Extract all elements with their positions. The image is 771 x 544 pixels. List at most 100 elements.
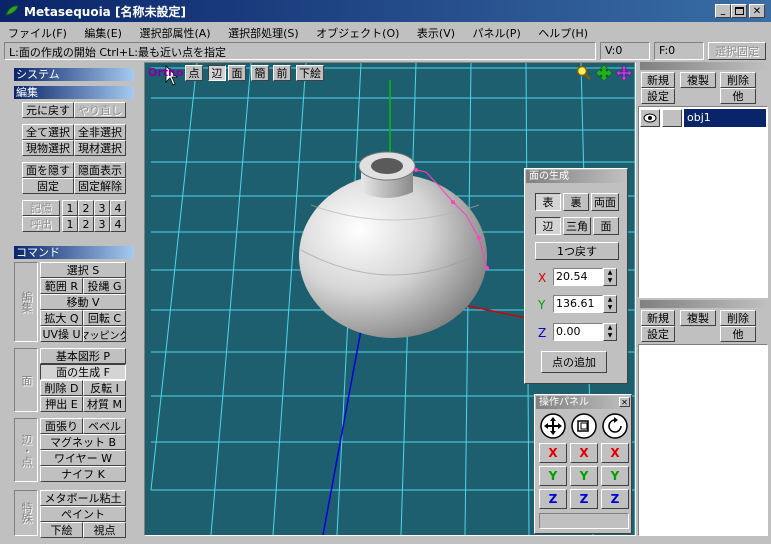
menu-edit[interactable]: 編集(E) [84, 27, 122, 40]
rotate-view-icon[interactable] [615, 64, 633, 82]
recall-slot-2[interactable]: 2 [78, 216, 94, 232]
object-copy-button[interactable]: 複製 [680, 72, 716, 88]
uv-tool-button[interactable]: UV操 U [40, 326, 83, 342]
ops-z-button-3[interactable]: Z [601, 489, 629, 509]
select-current-material-button[interactable]: 現材選択 [74, 140, 126, 156]
delete-tool-button[interactable]: 削除 D [40, 380, 83, 396]
section-system[interactable]: システム [14, 68, 134, 81]
back-face-button[interactable]: 裏 [563, 193, 589, 211]
deselect-all-button[interactable]: 全非選択 [74, 124, 126, 140]
minimize-button[interactable]: _ [715, 4, 731, 18]
object-list[interactable]: obj1 [638, 106, 768, 298]
menu-help[interactable]: ヘルプ(H) [538, 27, 588, 40]
menu-selection[interactable]: 選択部処理(S) [228, 27, 299, 40]
front-face-button[interactable]: 表 [535, 193, 561, 211]
view-edge-button[interactable]: 辺 [208, 65, 226, 81]
material-delete-button[interactable]: 削除 [720, 310, 756, 326]
face-mode-button[interactable]: 面 [593, 217, 619, 235]
object-settings-button[interactable]: 設定 [641, 88, 675, 104]
add-point-button[interactable]: 点の追加 [541, 351, 607, 373]
recall-button[interactable]: 呼出 [22, 216, 60, 232]
unfix-button[interactable]: 固定解除 [74, 178, 126, 194]
view-simple-button[interactable]: 簡 [251, 65, 269, 81]
triangle-mode-button[interactable]: 三角 [563, 217, 591, 235]
object-other-button[interactable]: 他 [720, 88, 756, 104]
recall-slot-3[interactable]: 3 [94, 216, 110, 232]
y-spinner[interactable]: ▲ ▼ [603, 295, 617, 313]
view-front-button[interactable]: 前 [273, 65, 291, 81]
bevel-tool-button[interactable]: ベベル [83, 418, 126, 434]
ops-x-button-3[interactable]: X [601, 443, 629, 463]
rotate-handle-icon[interactable] [601, 413, 629, 439]
section-command[interactable]: コマンド [14, 246, 134, 259]
redo-button[interactable]: やり直し [74, 102, 126, 118]
close-button[interactable]: ✕ [749, 4, 765, 18]
selection-lock-button[interactable]: 選択固定 [708, 42, 766, 60]
face-panel-titlebar[interactable]: 面の生成 [526, 170, 626, 183]
fix-button[interactable]: 固定 [22, 178, 74, 194]
face-stretch-tool-button[interactable]: 面張り [40, 418, 83, 434]
extrude-tool-button[interactable]: 押出 E [40, 396, 83, 412]
menu-file[interactable]: ファイル(F) [8, 27, 67, 40]
view-underlay-button[interactable]: 下絵 [296, 65, 324, 81]
ops-y-button-1[interactable]: Y [539, 466, 567, 486]
move-tool-button[interactable]: 移動 V [40, 294, 126, 310]
material-new-button[interactable]: 新規 [641, 310, 675, 326]
scale-tool-button[interactable]: 拡大 Q [40, 310, 83, 326]
lock-toggle[interactable] [662, 109, 682, 127]
paint-tool-button[interactable]: ペイント [40, 506, 126, 522]
ops-y-button-2[interactable]: Y [570, 466, 598, 486]
memory-slot-1[interactable]: 1 [62, 200, 78, 216]
material-settings-button[interactable]: 設定 [641, 326, 675, 342]
memory-slot-3[interactable]: 3 [94, 200, 110, 216]
select-all-button[interactable]: 全て選択 [22, 124, 74, 140]
ops-y-button-3[interactable]: Y [601, 466, 629, 486]
memory-slot-2[interactable]: 2 [78, 200, 94, 216]
undo-one-button[interactable]: 1つ戻す [535, 242, 619, 260]
memory-slot-4[interactable]: 4 [110, 200, 126, 216]
both-faces-button[interactable]: 両面 [591, 193, 619, 211]
menu-panel[interactable]: パネル(P) [473, 27, 521, 40]
view-point-button[interactable]: 点 [185, 65, 203, 81]
maximize-button[interactable] [731, 4, 747, 18]
menu-attributes[interactable]: 選択部属性(A) [139, 27, 210, 40]
scale-handle-icon[interactable] [570, 413, 598, 439]
viewpoint-tool-button[interactable]: 視点 [83, 522, 126, 538]
wire-tool-button[interactable]: ワイヤー W [40, 450, 126, 466]
face-generate-tool-button[interactable]: 面の生成 F [40, 364, 126, 380]
material-other-button[interactable]: 他 [720, 326, 756, 342]
zoom-icon[interactable] [576, 65, 592, 81]
recall-slot-4[interactable]: 4 [110, 216, 126, 232]
menu-object[interactable]: オブジェクト(O) [316, 27, 399, 40]
mapping-tool-button[interactable]: マッピング [83, 326, 126, 342]
primitive-tool-button[interactable]: 基本図形 P [40, 348, 126, 364]
show-hidden-button[interactable]: 隠面表示 [74, 162, 126, 178]
underlay-tool-button[interactable]: 下絵 [40, 522, 83, 538]
flip-tool-button[interactable]: 反転 I [83, 380, 126, 396]
vase-model[interactable] [299, 151, 489, 338]
object-panel-titlebar[interactable] [640, 62, 768, 70]
z-coordinate-input[interactable]: 0.00 [553, 323, 603, 341]
ops-x-button-2[interactable]: X [570, 443, 598, 463]
pan-icon[interactable] [595, 64, 613, 82]
z-spinner[interactable]: ▲ ▼ [603, 323, 617, 341]
memory-button[interactable]: 記憶 [22, 200, 60, 216]
material-list[interactable] [638, 344, 768, 536]
menu-view[interactable]: 表示(V) [417, 27, 455, 40]
y-coordinate-input[interactable]: 136.61 [553, 295, 603, 313]
hide-faces-button[interactable]: 面を隠す [22, 162, 74, 178]
object-new-button[interactable]: 新規 [641, 72, 675, 88]
object-delete-button[interactable]: 削除 [720, 72, 756, 88]
knife-tool-button[interactable]: ナイフ K [40, 466, 126, 482]
edge-mode-button[interactable]: 辺 [535, 217, 561, 235]
rotate-tool-button[interactable]: 回転 C [83, 310, 126, 326]
select-current-object-button[interactable]: 現物選択 [22, 140, 74, 156]
select-tool-button[interactable]: 選択 S [40, 262, 126, 278]
ops-panel-titlebar[interactable]: 操作パネル [536, 396, 630, 409]
magnet-tool-button[interactable]: マグネット B [40, 434, 126, 450]
x-spinner[interactable]: ▲ ▼ [603, 268, 617, 286]
material-panel-titlebar[interactable] [640, 300, 768, 308]
object-name[interactable]: obj1 [684, 109, 766, 127]
ops-x-button-1[interactable]: X [539, 443, 567, 463]
section-edit[interactable]: 編集 [14, 86, 134, 99]
